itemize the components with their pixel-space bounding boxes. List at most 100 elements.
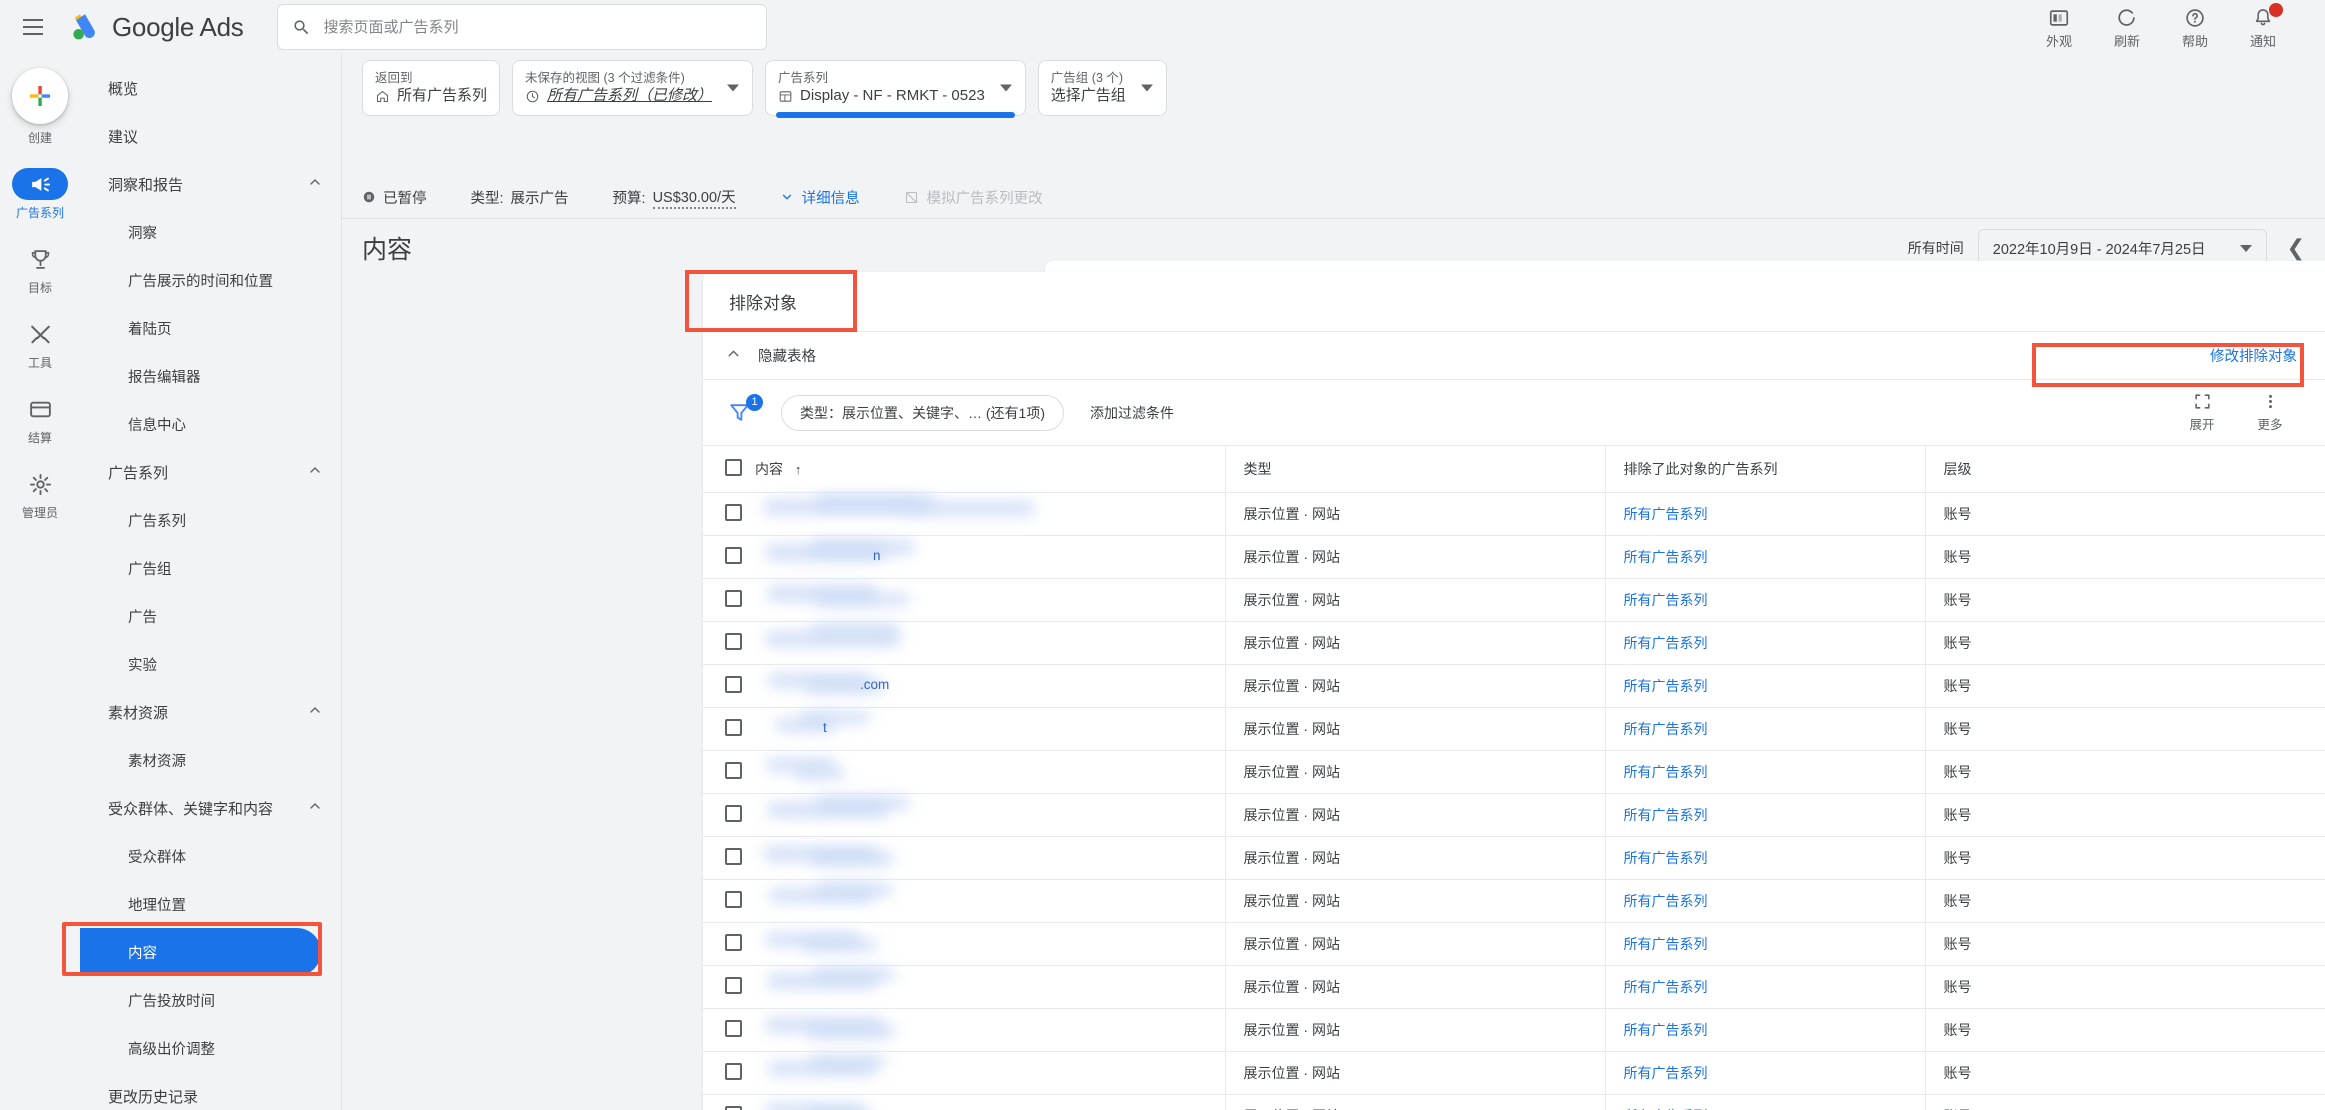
column-header-campaign[interactable]: 排除了此对象的广告系列: [1604, 446, 1925, 493]
help-button[interactable]: 帮助: [2161, 5, 2229, 50]
row-checkbox[interactable]: [725, 933, 742, 951]
table-row[interactable]: n 展示位置 · 网站 所有广告系列 账号: [703, 535, 2325, 579]
row-checkbox[interactable]: [725, 976, 742, 994]
rail-item-tools[interactable]: 工具: [0, 318, 80, 371]
sidebar-item-14[interactable]: 素材资源: [80, 736, 341, 784]
back-to-all-campaigns-pill[interactable]: 返回到 所有广告系列: [362, 60, 501, 116]
row-checkbox[interactable]: [725, 804, 742, 822]
excluded-campaign-link[interactable]: 所有广告系列: [1624, 592, 1708, 608]
sidebar-item-12[interactable]: 实验: [80, 640, 341, 688]
filter-icon-wrap[interactable]: 1: [727, 393, 767, 430]
excluded-campaign-link[interactable]: 所有广告系列: [1624, 764, 1708, 780]
edit-exclusions-link[interactable]: 修改排除对象: [2210, 345, 2303, 366]
sidebar-item-1[interactable]: 建议: [80, 112, 341, 160]
table-row[interactable]: 展示位置 · 网站 所有广告系列 账号: [703, 922, 2325, 966]
search-input[interactable]: [323, 18, 753, 36]
create-button[interactable]: 创建: [12, 68, 68, 146]
chevron-up-icon[interactable]: [307, 702, 323, 722]
excluded-campaign-link[interactable]: 所有广告系列: [1624, 721, 1708, 737]
row-checkbox[interactable]: [725, 1019, 742, 1037]
expand-button[interactable]: 展开: [2173, 392, 2231, 433]
table-row[interactable]: 展示位置 · 网站 所有广告系列 账号: [703, 1051, 2325, 1095]
sidebar-item-9[interactable]: 广告系列: [80, 496, 341, 544]
sidebar-item-2[interactable]: 洞察和报告: [80, 160, 341, 208]
chevron-up-icon[interactable]: [307, 798, 323, 818]
row-checkbox[interactable]: [725, 1062, 742, 1080]
notifications-button[interactable]: 通知: [2229, 2, 2297, 50]
sidebar-item-11[interactable]: 广告: [80, 592, 341, 640]
row-checkbox[interactable]: [725, 675, 742, 693]
chevron-down-icon[interactable]: [727, 84, 740, 92]
excluded-campaign-link[interactable]: 所有广告系列: [1624, 1065, 1708, 1081]
row-checkbox[interactable]: [725, 1105, 742, 1110]
campaign-selector-pill[interactable]: 广告系列 Display - NF - RMKT - 0523: [765, 60, 1026, 118]
row-checkbox[interactable]: [725, 503, 742, 521]
appearance-button[interactable]: 外观: [2025, 5, 2093, 50]
excluded-campaign-link[interactable]: 所有广告系列: [1624, 549, 1708, 565]
search-box[interactable]: [277, 4, 768, 50]
sidebar-item-17[interactable]: 地理位置: [80, 880, 341, 928]
chevron-up-icon[interactable]: [307, 462, 323, 482]
saved-view-pill[interactable]: 未保存的视图 (3 个过滤条件) 所有广告系列（已修改）: [512, 60, 754, 116]
sidebar-item-10[interactable]: 广告组: [80, 544, 341, 592]
excluded-campaign-link[interactable]: 所有广告系列: [1624, 979, 1708, 995]
sidebar-item-7[interactable]: 信息中心: [80, 400, 341, 448]
table-row[interactable]: .com 展示位置 · 网站 所有广告系列 账号: [703, 664, 2325, 708]
excluded-campaign-link[interactable]: 所有广告系列: [1624, 807, 1708, 823]
chevron-down-icon[interactable]: [999, 84, 1012, 92]
row-checkbox[interactable]: [725, 589, 742, 607]
sidebar-item-0[interactable]: 概览: [80, 64, 341, 112]
filter-chip-type[interactable]: 类型：展示位置、关键字、… (还有1项): [781, 394, 1064, 431]
sidebar-item-18[interactable]: 内容: [80, 928, 321, 976]
row-checkbox[interactable]: [725, 718, 742, 736]
details-toggle[interactable]: 详细信息: [780, 187, 860, 208]
table-row[interactable]: 展示位置 · 网站 所有广告系列 账号: [703, 793, 2325, 837]
excluded-campaign-link[interactable]: 所有广告系列: [1624, 936, 1708, 952]
table-row[interactable]: 展示位置 · 网站 所有广告系列 账号: [703, 879, 2325, 923]
column-header-content[interactable]: 内容 ↑: [755, 446, 1225, 493]
table-row[interactable]: 展示位置 · 网站 所有广告系列 账号: [703, 492, 2325, 536]
excluded-campaign-link[interactable]: 所有广告系列: [1624, 1022, 1708, 1038]
column-header-level[interactable]: 层级: [1924, 446, 2325, 493]
sidebar-item-4[interactable]: 广告展示的时间和位置: [80, 256, 341, 304]
row-checkbox[interactable]: [725, 761, 742, 779]
hide-table-toggle[interactable]: [725, 345, 742, 366]
row-checkbox[interactable]: [725, 847, 742, 865]
excluded-campaign-link[interactable]: 所有广告系列: [1624, 850, 1708, 866]
row-checkbox[interactable]: [725, 890, 742, 908]
chevron-down-icon[interactable]: [1140, 84, 1153, 92]
table-row[interactable]: 展示位置 · 网站 所有广告系列 账号: [703, 965, 2325, 1009]
table-row[interactable]: 展示位置 · 网站 所有广告系列 账号: [703, 836, 2325, 880]
table-row[interactable]: m 展示位置 · 网站所有广告系列账号: [703, 1094, 2325, 1110]
sidebar-item-5[interactable]: 着陆页: [80, 304, 341, 352]
column-header-type[interactable]: 类型: [1224, 446, 1605, 493]
budget-value[interactable]: US$30.00/天: [652, 186, 736, 209]
refresh-button[interactable]: 刷新: [2093, 5, 2161, 50]
row-checkbox[interactable]: [725, 546, 742, 564]
sidebar-item-15[interactable]: 受众群体、关键字和内容: [80, 784, 341, 832]
excluded-campaign-link[interactable]: 所有广告系列: [1624, 678, 1708, 694]
brand-logo-group[interactable]: Google Ads: [68, 10, 244, 44]
sidebar-item-6[interactable]: 报告编辑器: [80, 352, 341, 400]
excluded-campaign-link[interactable]: 所有广告系列: [1624, 893, 1708, 909]
collapse-panel-icon[interactable]: ❮: [2281, 235, 2305, 261]
sidebar-item-13[interactable]: 素材资源: [80, 688, 341, 736]
more-options-button[interactable]: 更多: [2241, 392, 2299, 433]
row-checkbox[interactable]: [725, 632, 742, 650]
table-row[interactable]: t 展示位置 · 网站 所有广告系列 账号: [703, 707, 2325, 751]
adgroup-selector-pill[interactable]: 广告组 (3 个) 选择广告组: [1037, 60, 1167, 116]
chevron-up-icon[interactable]: [307, 174, 323, 194]
sidebar-item-16[interactable]: 受众群体: [80, 832, 341, 880]
table-row[interactable]: 展示位置 · 网站 所有广告系列 账号: [703, 1008, 2325, 1052]
sidebar-item-3[interactable]: 洞察: [80, 208, 341, 256]
rail-item-admin[interactable]: 管理员: [0, 468, 80, 521]
select-all-checkbox[interactable]: [725, 458, 742, 476]
add-filter-button[interactable]: 添加过滤条件: [1090, 403, 1174, 423]
excluded-campaign-link[interactable]: 所有广告系列: [1624, 506, 1708, 522]
sidebar-item-8[interactable]: 广告系列: [80, 448, 341, 496]
rail-item-goals[interactable]: 目标: [0, 243, 80, 296]
table-row[interactable]: 展示位置 · 网站 所有广告系列 账号: [703, 750, 2325, 794]
sidebar-item-20[interactable]: 高级出价调整: [80, 1024, 341, 1072]
excluded-campaign-link[interactable]: 所有广告系列: [1624, 635, 1708, 651]
hide-table-label[interactable]: 隐藏表格: [758, 345, 816, 366]
